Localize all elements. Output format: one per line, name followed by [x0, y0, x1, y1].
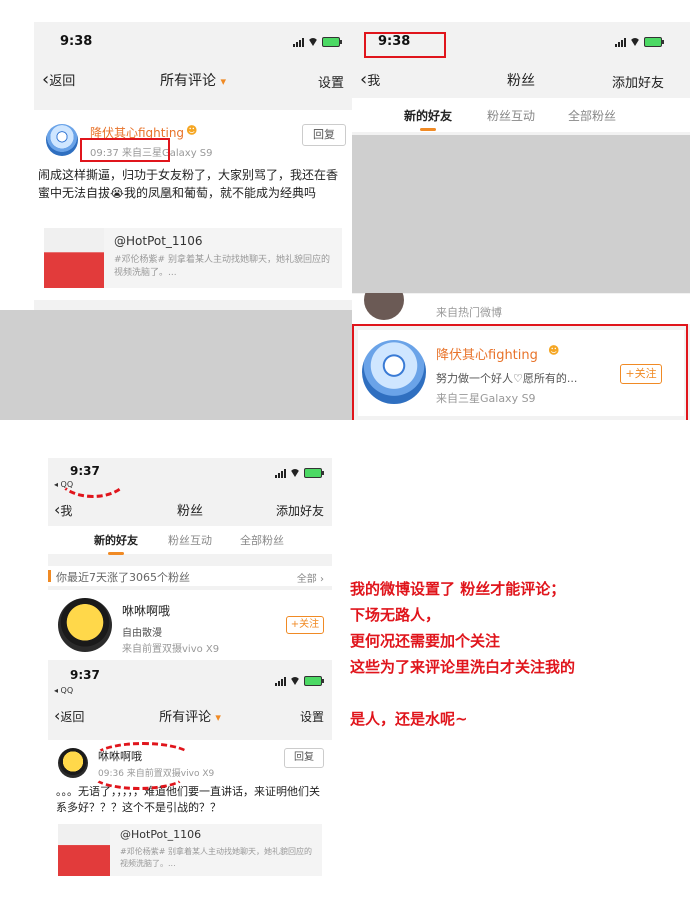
avatar[interactable]: [58, 748, 88, 778]
tab-fan-interaction[interactable]: 粉丝互动: [168, 532, 212, 548]
view-all-link[interactable]: 全部 ›: [297, 570, 324, 585]
tab-all-fans[interactable]: 全部粉丝: [240, 532, 284, 548]
wifi-icon: [308, 38, 318, 46]
page-title[interactable]: 所有评论 ▾: [34, 70, 352, 90]
quoted-thumbnail: [58, 824, 110, 876]
nav-bar: ‹我 粉丝 添加好友: [48, 494, 332, 524]
status-time: 9:37: [70, 668, 100, 682]
annotation-circle-time: [90, 758, 188, 790]
annotation-note: 我的微博设置了 粉丝才能评论； 下场无路人， 更何况还需要加个关注 这些为了来评…: [350, 580, 576, 728]
wifi-icon: [630, 38, 640, 46]
follow-button[interactable]: +关注: [286, 616, 324, 634]
quoted-text: #邓伦杨紫# 别拿着某人主动找她聊天，她礼貌回应的视频洗脑了。...: [120, 847, 312, 868]
status-time: 9:38: [60, 34, 93, 49]
signal-icon: [275, 468, 286, 478]
nav-bar: ‹返回 所有评论 ▾ 设置: [48, 700, 332, 730]
tab-bar: 新的好友 粉丝互动 全部粉丝: [352, 98, 690, 132]
comment-text: 。。。无语了，，，，，难道他们要一直讲话，来证明他们关系多好？？？这个不是引战的…: [56, 785, 320, 814]
back-to-qq[interactable]: ◂ QQ: [54, 686, 73, 695]
battery-icon: [304, 468, 324, 478]
fan-growth-banner[interactable]: 你最近7天涨了3065个粉丝 全部 ›: [48, 566, 332, 586]
list-item-partial: 来自热门微博: [352, 280, 690, 324]
settings-button[interactable]: 设置: [318, 72, 344, 91]
battery-icon: [644, 37, 664, 47]
tab-new-friends[interactable]: 新的好友: [404, 107, 452, 131]
battery-icon: [304, 676, 324, 686]
fan-source: 来自前置双摄vivo X9: [122, 644, 220, 655]
panel-comments-4: 9:37 ◂ QQ ‹返回 所有评论 ▾ 设置 咻咻啊哦 09:36 来自前置双…: [48, 660, 332, 880]
status-bar: 9:38: [34, 30, 352, 58]
status-icons: [293, 37, 342, 47]
quoted-post[interactable]: @HotPot_1106 #邓伦杨紫# 别拿着某人主动找她聊天，她礼貌回应的视频…: [44, 228, 342, 288]
quoted-text: #邓伦杨紫# 别拿着某人主动找她聊天，她礼貌回应的视频洗脑了。...: [114, 255, 330, 278]
annotation-box-fan: [352, 324, 688, 420]
fan-source: 来自热门微博: [436, 306, 502, 319]
quoted-post[interactable]: @HotPot_1106 #邓伦杨紫# 别拿着某人主动找她聊天，她礼貌回应的视频…: [58, 824, 322, 876]
redaction-block: [0, 310, 352, 420]
wifi-icon: [290, 677, 300, 685]
panel-comments-1: 9:38 ‹返回 所有评论 ▾ 设置 降伏其心fighting ☻ 09:37 …: [34, 22, 352, 310]
tab-bar: 新的好友 粉丝互动 全部粉丝: [48, 526, 332, 555]
annotation-circle-time: [56, 458, 130, 498]
page-title[interactable]: 所有评论 ▾: [48, 706, 332, 725]
nav-bar: ‹返回 所有评论 ▾ 设置: [34, 62, 352, 98]
add-friend-button[interactable]: 添加好友: [276, 502, 324, 519]
annotation-box-time: [80, 138, 170, 162]
status-bar: 9:37 ◂ QQ: [48, 664, 332, 695]
fan-bio: 自由散漫: [122, 628, 162, 639]
avatar[interactable]: [46, 124, 78, 156]
battery-icon: [322, 37, 342, 47]
fan-growth-text: 你最近7天涨了3065个粉丝: [56, 571, 190, 584]
quoted-handle: @HotPot_1106: [114, 234, 203, 248]
wifi-icon: [290, 469, 300, 477]
signal-icon: [615, 37, 626, 47]
tab-new-friends[interactable]: 新的好友: [94, 532, 138, 555]
quoted-handle: @HotPot_1106: [120, 828, 202, 841]
tab-fan-interaction[interactable]: 粉丝互动: [487, 107, 535, 124]
fan-name[interactable]: 咻咻啊哦: [122, 602, 170, 619]
reply-button[interactable]: 回复: [284, 748, 324, 768]
quoted-thumbnail: [44, 228, 104, 288]
reply-button[interactable]: 回复: [302, 124, 346, 146]
settings-button[interactable]: 设置: [300, 708, 324, 725]
nav-bar: ‹我 粉丝 添加好友: [352, 62, 690, 98]
annotation-box-time: [364, 32, 446, 58]
redaction-block: [352, 135, 690, 293]
signal-icon: [293, 37, 304, 47]
signal-icon: [275, 676, 286, 686]
vip-badge-icon: ☻: [186, 124, 198, 137]
tab-all-fans[interactable]: 全部粉丝: [568, 107, 616, 124]
fan-list-item[interactable]: 咻咻啊哦 自由散漫 来自前置双摄vivo X9 +关注: [48, 590, 332, 660]
status-icons: [615, 37, 664, 47]
panel-fans-3: 9:37 ◂ QQ ‹我 粉丝 添加好友 新的好友 粉丝互动 全部粉丝 你最近7…: [48, 458, 332, 660]
status-icons: [275, 676, 324, 686]
status-icons: [275, 468, 324, 478]
chevron-down-icon: ▾: [215, 711, 221, 724]
comment-text: 闹成这样撕逼，归功于女友粉了，大家别骂了，我还在香蜜中无法自拔😭我的凤凰和葡萄，…: [38, 168, 339, 200]
avatar[interactable]: [58, 598, 112, 652]
add-friend-button[interactable]: 添加好友: [612, 72, 664, 91]
chevron-down-icon: ▾: [220, 75, 226, 88]
